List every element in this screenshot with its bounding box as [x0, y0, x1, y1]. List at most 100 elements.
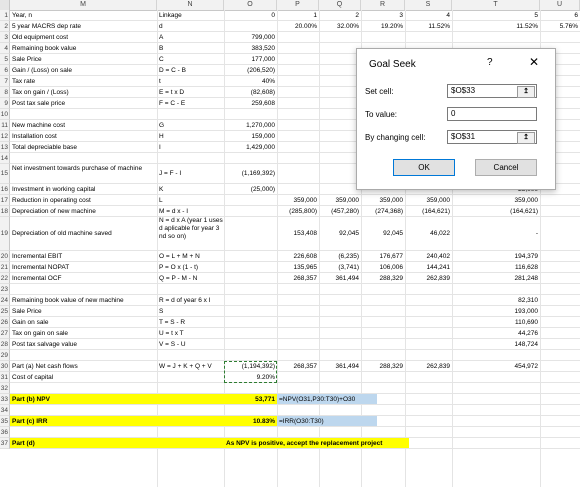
cell-o33[interactable]: 53,771	[224, 394, 277, 404]
cell-n10[interactable]	[157, 109, 224, 119]
set-cell-input[interactable]: $O$33 ↥	[447, 84, 537, 98]
cell-t2[interactable]: 11.52%	[452, 21, 540, 31]
cell-o14[interactable]	[224, 153, 277, 163]
cell-n18[interactable]: M = d x - I	[157, 206, 224, 216]
cell-m25[interactable]: Sale Price	[10, 306, 157, 316]
select-all-corner[interactable]	[0, 0, 10, 10]
cell-m28[interactable]: Post tax salvage value	[10, 339, 157, 349]
cell-n25[interactable]: S	[157, 306, 224, 316]
formula-cell[interactable]: =IRR(O30:T30)	[277, 416, 377, 426]
row-header[interactable]: 28	[0, 339, 10, 350]
cell-u1[interactable]: 6	[540, 10, 580, 20]
row-header[interactable]: 18	[0, 206, 10, 217]
cell-s1[interactable]: 4	[405, 10, 452, 20]
cell-t24[interactable]: 82,310	[452, 295, 540, 305]
row-header[interactable]: 11	[0, 120, 10, 131]
cell-n20[interactable]: O = L + M + N	[157, 251, 224, 261]
cell-q18[interactable]: (457,280)	[319, 206, 361, 216]
cell-r20[interactable]: 176,677	[361, 251, 405, 261]
cell-m13[interactable]: Total depreciable base	[10, 142, 157, 152]
cell-m10[interactable]	[10, 109, 157, 119]
cell-n13[interactable]: I	[157, 142, 224, 152]
cell-n21[interactable]: P = O x (1 - t)	[157, 262, 224, 272]
cell-m21[interactable]: Incremental NOPAT	[10, 262, 157, 272]
cell-s20[interactable]: 240,402	[405, 251, 452, 261]
collapse-dialog-icon[interactable]: ↥	[517, 86, 535, 98]
cell-n15[interactable]: J = F - I	[157, 164, 224, 183]
cell-n2[interactable]: d	[157, 21, 224, 31]
cell-p2[interactable]: 20.00%	[277, 21, 319, 31]
cell-m31[interactable]: Cost of capital	[10, 372, 157, 382]
cell-q21[interactable]: (3,741)	[319, 262, 361, 272]
cell-o3[interactable]: 799,000	[224, 32, 277, 42]
cell-m23[interactable]	[10, 284, 157, 294]
cell-r19[interactable]: 92,045	[361, 217, 405, 250]
cell-o2[interactable]	[224, 21, 277, 31]
cell-q19[interactable]: 92,045	[319, 217, 361, 250]
cell-n34[interactable]	[157, 405, 224, 415]
cell-p17[interactable]: 359,000	[277, 195, 319, 205]
cell-u2[interactable]: 5.76%	[540, 21, 580, 31]
column-header-u[interactable]: U	[540, 0, 580, 10]
row-header[interactable]: 31	[0, 372, 10, 383]
row-header[interactable]: 7	[0, 76, 10, 87]
cell-n12[interactable]: H	[157, 131, 224, 141]
row-header[interactable]: 26	[0, 317, 10, 328]
cell-q2[interactable]: 32.00%	[319, 21, 361, 31]
column-header-t[interactable]: T	[452, 0, 540, 10]
cell-m37[interactable]: Part (d)	[10, 438, 157, 448]
cell-p21[interactable]: 135,965	[277, 262, 319, 272]
cell-n33[interactable]	[157, 394, 224, 404]
cell-q20[interactable]: (6,235)	[319, 251, 361, 261]
cell-m17[interactable]: Reduction in operating cost	[10, 195, 157, 205]
cell-m3[interactable]: Old equipment cost	[10, 32, 157, 42]
cell-m9[interactable]: Post tax sale price	[10, 98, 157, 108]
cell-o10[interactable]	[224, 109, 277, 119]
cell-m5[interactable]: Sale Price	[10, 54, 157, 64]
cell-n35[interactable]	[157, 416, 224, 426]
cell-n22[interactable]: Q = P - M - N	[157, 273, 224, 283]
cell-n30[interactable]: W = J + K + Q + V	[157, 361, 224, 371]
row-header[interactable]: 8	[0, 87, 10, 98]
row-header[interactable]: 3	[0, 32, 10, 43]
cell-o15[interactable]: (1,169,392)	[224, 164, 277, 183]
row-header[interactable]: 2	[0, 21, 10, 32]
cell-m12[interactable]: Installation cost	[10, 131, 157, 141]
row-header[interactable]: 33	[0, 394, 10, 405]
column-header-o[interactable]: O	[224, 0, 277, 10]
cell-n32[interactable]	[157, 383, 224, 393]
cell-n23[interactable]	[157, 284, 224, 294]
cell-n37[interactable]	[157, 438, 224, 448]
cell-p30[interactable]: 268,357	[277, 361, 319, 371]
cell-n5[interactable]: C	[157, 54, 224, 64]
cell-n36[interactable]	[157, 427, 224, 437]
cell-t20[interactable]: 194,379	[452, 251, 540, 261]
cell-n4[interactable]: B	[157, 43, 224, 53]
cell-m16[interactable]: Investment in working capital	[10, 184, 157, 194]
cell-o7[interactable]: 40%	[224, 76, 277, 86]
cell-n31[interactable]	[157, 372, 224, 382]
cell-n14[interactable]	[157, 153, 224, 163]
cell-p20[interactable]: 226,608	[277, 251, 319, 261]
row-header[interactable]: 22	[0, 273, 10, 284]
cell-m19[interactable]: Depreciation of old machine saved	[10, 217, 157, 250]
cell-r18[interactable]: (274,368)	[361, 206, 405, 216]
cell-r1[interactable]: 3	[361, 10, 405, 20]
row-header[interactable]: 14	[0, 153, 10, 164]
close-icon[interactable]: ✕	[529, 55, 539, 69]
cell-o37[interactable]: As NPV is positive, accept the replaceme…	[224, 438, 409, 448]
ok-button[interactable]: OK	[393, 159, 455, 176]
cell-t30[interactable]: 454,972	[452, 361, 540, 371]
cell-n11[interactable]: G	[157, 120, 224, 130]
row-header[interactable]: 10	[0, 109, 10, 120]
to-value-input[interactable]: 0	[447, 107, 537, 121]
cell-r17[interactable]: 359,000	[361, 195, 405, 205]
cell-s18[interactable]: (164,621)	[405, 206, 452, 216]
cell-o35[interactable]: 10.83%	[224, 416, 277, 426]
cell-n28[interactable]: V = S - U	[157, 339, 224, 349]
cell-t19[interactable]: -	[452, 217, 540, 250]
row-header[interactable]: 19	[0, 217, 10, 251]
cell-s17[interactable]: 359,000	[405, 195, 452, 205]
cell-q17[interactable]: 359,000	[319, 195, 361, 205]
cell-t22[interactable]: 281,248	[452, 273, 540, 283]
